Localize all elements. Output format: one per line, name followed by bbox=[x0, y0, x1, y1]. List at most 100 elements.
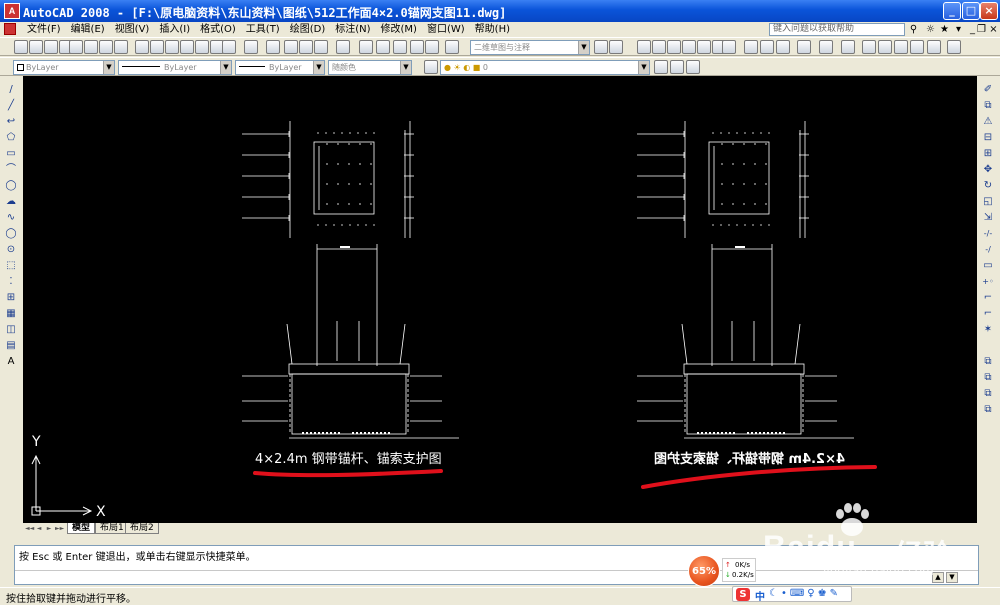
modify-tool-5-icon[interactable]: ✥ bbox=[982, 164, 994, 176]
standard-tool-10-icon[interactable] bbox=[165, 40, 179, 54]
draw-tool-6-icon[interactable]: ◯ bbox=[5, 180, 17, 192]
ime-tool-icons[interactable]: ☾•⌨♀♚✎ bbox=[769, 588, 841, 599]
draw-tool-13-icon[interactable]: ⊞ bbox=[5, 292, 17, 304]
standard-tool-19-icon[interactable] bbox=[314, 40, 328, 54]
standard-tool-16-icon[interactable] bbox=[266, 40, 280, 54]
standard-tool-b-10-icon[interactable] bbox=[760, 40, 774, 54]
standard-tool-b-18-icon[interactable] bbox=[910, 40, 924, 54]
modify-tool-7-icon[interactable]: ◱ bbox=[982, 196, 994, 208]
standard-tool-7-icon[interactable] bbox=[114, 40, 128, 54]
modify-tool-14-icon[interactable]: ⌐ bbox=[982, 308, 994, 320]
standard-tool-20-icon[interactable] bbox=[336, 40, 350, 54]
standard-tool-17-icon[interactable] bbox=[284, 40, 298, 54]
standard-tool-9-icon[interactable] bbox=[150, 40, 164, 54]
standard-tool-b-8-icon[interactable] bbox=[722, 40, 736, 54]
standard-tool-b-1-icon[interactable] bbox=[609, 40, 623, 54]
modify-tool-6-icon[interactable]: ↻ bbox=[982, 180, 994, 192]
standard-tool-8-icon[interactable] bbox=[135, 40, 149, 54]
standard-tool-b-15-icon[interactable] bbox=[862, 40, 876, 54]
menu-item-2[interactable]: 视图(V) bbox=[110, 23, 155, 36]
standard-tool-b-20-icon[interactable] bbox=[947, 40, 961, 54]
modify-tool-3-icon[interactable]: ⊟ bbox=[982, 132, 994, 144]
modify-tool-9-icon[interactable]: -/- bbox=[982, 228, 994, 240]
standard-tool-b-3-icon[interactable] bbox=[652, 40, 666, 54]
draw-tool-4-icon[interactable]: ▭ bbox=[5, 148, 17, 160]
plotstyle-select[interactable]: 随颜色 ▼ bbox=[328, 60, 412, 75]
document-icon[interactable] bbox=[4, 23, 16, 35]
standard-tool-b-17-icon[interactable] bbox=[894, 40, 908, 54]
make-current-layer-icon[interactable] bbox=[654, 60, 668, 74]
standard-tool-b-11-icon[interactable] bbox=[776, 40, 790, 54]
standard-tool-23-icon[interactable] bbox=[393, 40, 407, 54]
standard-tool-5-icon[interactable] bbox=[84, 40, 98, 54]
menu-item-0[interactable]: 文件(F) bbox=[22, 23, 66, 36]
draw-tool-9-icon[interactable]: ◯ bbox=[5, 228, 17, 240]
draw-tool-5-icon[interactable]: ⌒ bbox=[5, 164, 17, 176]
info-center-icon[interactable]: ☼ bbox=[924, 23, 937, 36]
standard-tool-1-icon[interactable] bbox=[29, 40, 43, 54]
layer-previous-icon[interactable] bbox=[670, 60, 684, 74]
search-icon[interactable]: ⚲ bbox=[907, 23, 920, 36]
draw-tool-8-icon[interactable]: ∿ bbox=[5, 212, 17, 224]
standard-tool-b-9-icon[interactable] bbox=[744, 40, 758, 54]
modify-tool-15-icon[interactable]: ✶ bbox=[982, 324, 994, 336]
modify-tool-12-icon[interactable]: +◦ bbox=[982, 276, 994, 288]
layer-manager-icon[interactable] bbox=[424, 60, 438, 74]
draw-tool-15-icon[interactable]: ◫ bbox=[5, 324, 17, 336]
modify-tool-0-icon[interactable]: ✐ bbox=[982, 84, 994, 96]
menu-item-9[interactable]: 窗口(W) bbox=[422, 23, 470, 36]
layer-select[interactable]: ● ☀ ◐ ■ 0 ▼ bbox=[440, 60, 650, 75]
standard-tool-18-icon[interactable] bbox=[299, 40, 313, 54]
draw-tool-10-icon[interactable]: ⊙ bbox=[5, 244, 17, 256]
sogou-logo-icon[interactable]: S bbox=[736, 588, 750, 601]
standard-tool-b-4-icon[interactable] bbox=[667, 40, 681, 54]
tab-nav-first-icon[interactable]: ◄◄ bbox=[25, 524, 34, 533]
modify-tool-1-icon[interactable]: ⧉ bbox=[982, 100, 994, 112]
menu-item-1[interactable]: 编辑(E) bbox=[66, 23, 110, 36]
doc-close-button[interactable]: × bbox=[987, 23, 1000, 36]
lineweight-select[interactable]: ByLayer ▼ bbox=[235, 60, 325, 75]
draw-tool-12-icon[interactable]: ⁚ bbox=[5, 276, 17, 288]
draw-tool-14-icon[interactable]: ▦ bbox=[5, 308, 17, 320]
standard-tool-0-icon[interactable] bbox=[14, 40, 28, 54]
menu-item-5[interactable]: 工具(T) bbox=[241, 23, 285, 36]
ime-mode[interactable]: 中 bbox=[755, 588, 765, 603]
help-search-input[interactable]: 键入问题以获取帮助 bbox=[769, 23, 905, 36]
draw-tool-16-icon[interactable]: ▤ bbox=[5, 340, 17, 352]
standard-tool-22-icon[interactable] bbox=[376, 40, 390, 54]
standard-tool-21-icon[interactable] bbox=[359, 40, 373, 54]
menu-item-3[interactable]: 插入(I) bbox=[154, 23, 195, 36]
help-dropdown-icon[interactable]: ▾ bbox=[952, 23, 965, 36]
standard-tool-6-icon[interactable] bbox=[99, 40, 113, 54]
autocad-app-icon[interactable]: A bbox=[4, 3, 20, 19]
maximize-button[interactable]: □ bbox=[962, 2, 980, 20]
modify-tool-4-icon[interactable]: ⊞ bbox=[982, 148, 994, 160]
color-select[interactable]: ByLayer ▼ bbox=[13, 60, 115, 75]
tab-nav-prev-icon[interactable]: ◄ bbox=[35, 524, 43, 533]
standard-tool-14-icon[interactable] bbox=[222, 40, 236, 54]
favorites-icon[interactable]: ★ bbox=[938, 23, 951, 36]
standard-tool-2-icon[interactable] bbox=[44, 40, 58, 54]
standard-tool-b-19-icon[interactable] bbox=[927, 40, 941, 54]
standard-tool-24-icon[interactable] bbox=[410, 40, 424, 54]
workspace-select[interactable]: 二维草图与注释 ▼ bbox=[470, 40, 590, 55]
standard-tool-15-icon[interactable] bbox=[244, 40, 258, 54]
standard-tool-b-5-icon[interactable] bbox=[682, 40, 696, 54]
tab-layout2[interactable]: 布局2 bbox=[125, 523, 159, 534]
standard-tool-25-icon[interactable] bbox=[425, 40, 439, 54]
draw-tool-3-icon[interactable]: ⬠ bbox=[5, 132, 17, 144]
tab-nav-last-icon[interactable]: ►► bbox=[55, 524, 64, 533]
menu-item-8[interactable]: 修改(M) bbox=[376, 23, 422, 36]
draw-tool-11-icon[interactable]: ⬚ bbox=[5, 260, 17, 272]
tab-nav-next-icon[interactable]: ► bbox=[45, 524, 53, 533]
modify-tool-13-icon[interactable]: ⌐ bbox=[982, 292, 994, 304]
menu-item-10[interactable]: 帮助(H) bbox=[470, 23, 515, 36]
modify-tool-20-icon[interactable]: ⧉ bbox=[982, 404, 994, 416]
standard-tool-b-12-icon[interactable] bbox=[797, 40, 811, 54]
modify-tool-8-icon[interactable]: ⇲ bbox=[982, 212, 994, 224]
modify-tool-18-icon[interactable]: ⧉ bbox=[982, 372, 994, 384]
standard-tool-11-icon[interactable] bbox=[180, 40, 194, 54]
standard-tool-b-16-icon[interactable] bbox=[878, 40, 892, 54]
minimize-button[interactable]: _ bbox=[943, 2, 961, 20]
draw-tool-17-icon[interactable]: A bbox=[5, 356, 17, 368]
